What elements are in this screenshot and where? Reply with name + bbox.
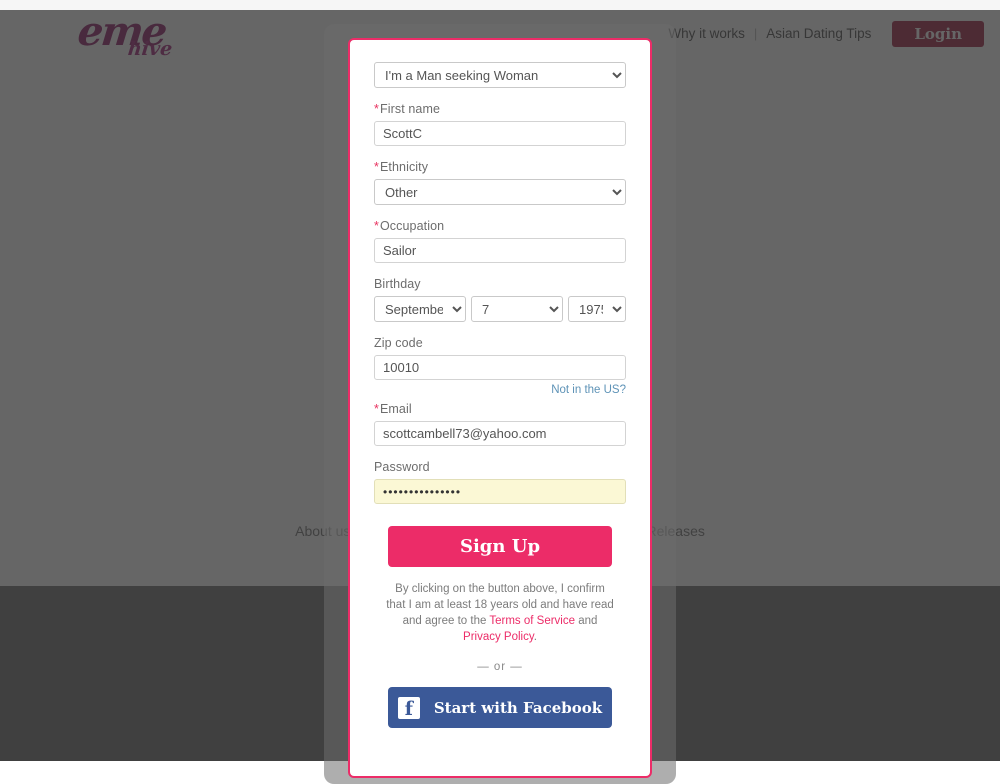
not-in-us-row: Not in the US? xyxy=(374,384,626,396)
password-input[interactable] xyxy=(374,479,626,504)
seeking-select[interactable]: I'm a Man seeking Woman xyxy=(374,62,626,88)
ethnicity-label: *Ethnicity xyxy=(374,160,626,174)
first-name-input[interactable] xyxy=(374,121,626,146)
required-asterisk: * xyxy=(374,402,379,416)
terms-middle-text: and xyxy=(575,615,598,627)
field-email: *Email xyxy=(374,402,626,446)
email-label-text: Email xyxy=(379,402,412,416)
field-ethnicity: *Ethnicity Other xyxy=(374,160,626,205)
birthday-year-select[interactable]: 1975 xyxy=(568,296,626,322)
birthday-day-select[interactable]: 7 xyxy=(471,296,563,322)
field-occupation: *Occupation xyxy=(374,219,626,263)
terms-disclaimer: By clicking on the button above, I confi… xyxy=(386,581,614,645)
occupation-label: *Occupation xyxy=(374,219,626,233)
first-name-label-text: First name xyxy=(379,102,441,116)
ethnicity-select[interactable]: Other xyxy=(374,179,626,205)
field-seeking: I'm a Man seeking Woman xyxy=(374,62,626,88)
facebook-button-label: Start with Facebook xyxy=(433,698,603,717)
required-asterisk: * xyxy=(374,219,379,233)
terms-of-service-link[interactable]: Terms of Service xyxy=(489,615,575,627)
occupation-label-text: Occupation xyxy=(379,219,445,233)
terms-suffix-text: . xyxy=(533,631,537,643)
field-birthday: Birthday September 7 1975 xyxy=(374,277,626,322)
facebook-icon: f xyxy=(397,696,420,719)
privacy-policy-link[interactable]: Privacy Policy xyxy=(463,631,534,643)
email-input[interactable] xyxy=(374,421,626,446)
birthday-month-select[interactable]: September xyxy=(374,296,466,322)
or-divider: — or — xyxy=(477,661,523,673)
required-asterisk: * xyxy=(374,160,379,174)
zip-code-input[interactable] xyxy=(374,355,626,380)
signup-modal: I'm a Man seeking Woman *First name *Eth… xyxy=(348,38,652,778)
field-zip-code: Zip code Not in the US? xyxy=(374,336,626,396)
required-asterisk: * xyxy=(374,102,379,116)
field-first-name: *First name xyxy=(374,102,626,146)
sign-up-button[interactable]: Sign Up xyxy=(388,526,612,567)
ethnicity-label-text: Ethnicity xyxy=(379,160,429,174)
occupation-input[interactable] xyxy=(374,238,626,263)
field-password: Password xyxy=(374,460,626,504)
first-name-label: *First name xyxy=(374,102,626,116)
birthday-row: September 7 1975 xyxy=(374,296,626,322)
not-in-us-link[interactable]: Not in the US? xyxy=(551,384,626,396)
email-label: *Email xyxy=(374,402,626,416)
zip-code-label: Zip code xyxy=(374,336,423,350)
password-label: Password xyxy=(374,460,430,474)
start-with-facebook-button[interactable]: f Start with Facebook xyxy=(388,687,612,728)
birthday-label: Birthday xyxy=(374,277,421,291)
